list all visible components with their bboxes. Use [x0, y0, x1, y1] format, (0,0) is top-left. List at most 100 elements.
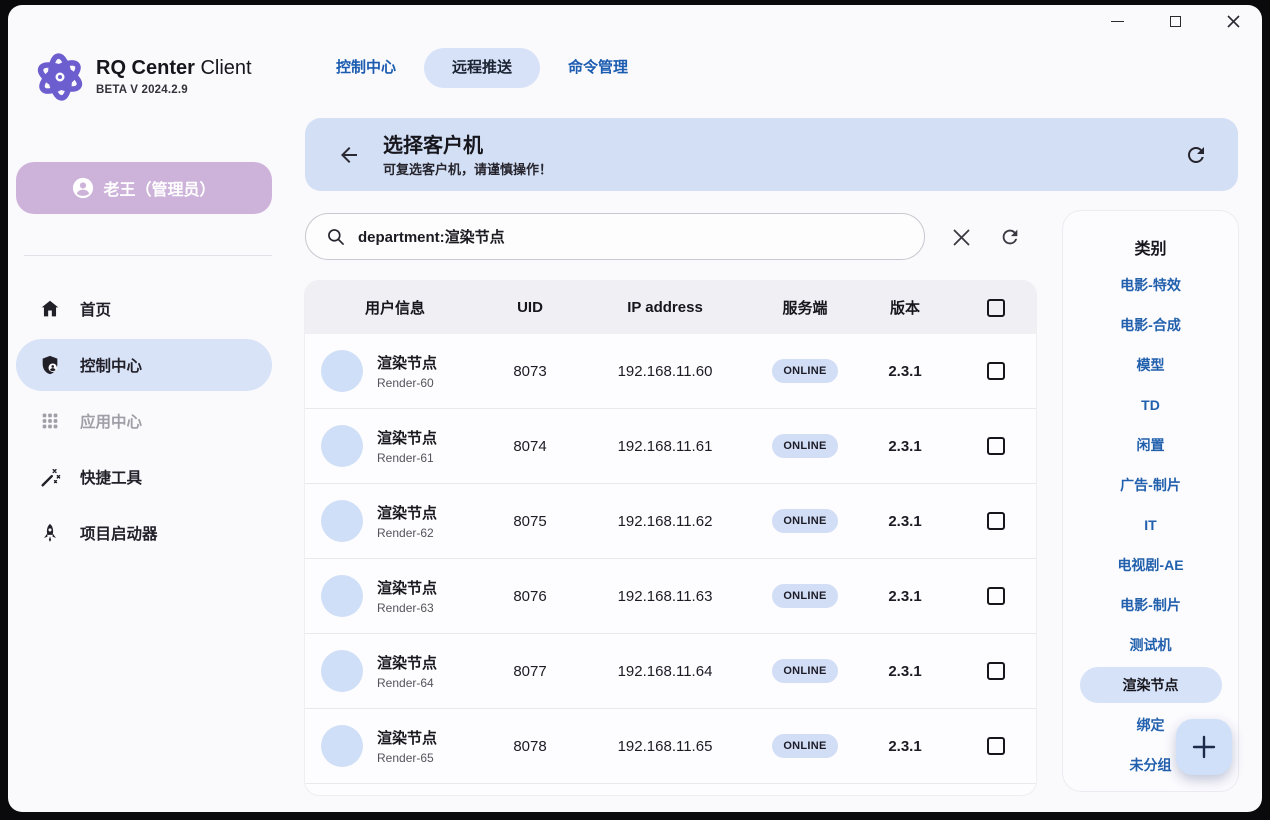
maximize-icon — [1170, 16, 1181, 27]
search-icon — [326, 227, 346, 247]
client-name: 渲染节点 — [377, 652, 437, 673]
table-body: 渲染节点 Render-60 8073 192.168.11.60 ONLINE… — [305, 334, 1036, 784]
close-button[interactable] — [1216, 9, 1250, 33]
client-hostname: Render-60 — [377, 376, 437, 390]
app-title: RQ Center Client — [96, 57, 252, 80]
client-name: 渲染节点 — [377, 727, 437, 748]
sidebar-divider — [24, 255, 272, 256]
client-version: 2.3.1 — [855, 363, 955, 380]
client-ip: 192.168.11.60 — [575, 363, 755, 380]
client-ip: 192.168.11.63 — [575, 588, 755, 605]
table-row[interactable]: 渲染节点 Render-65 8078 192.168.11.65 ONLINE… — [305, 709, 1036, 784]
client-table: 用户信息UIDIP address服务端版本 渲染节点 Render-60 80… — [305, 281, 1036, 795]
client-name: 渲染节点 — [377, 502, 437, 523]
category-item[interactable]: 闲置 — [1080, 425, 1222, 465]
category-panel-title: 类别 — [1063, 211, 1238, 265]
row-checkbox[interactable] — [987, 662, 1005, 680]
tab-remote-push[interactable]: 远程推送 — [424, 48, 540, 88]
client-avatar — [321, 500, 363, 542]
category-item[interactable]: 渲染节点 — [1080, 667, 1222, 703]
status-badge: ONLINE — [772, 359, 837, 383]
sidebar-item-label: 项目启动器 — [80, 522, 158, 544]
atom-logo-icon — [28, 45, 92, 109]
status-badge: ONLINE — [772, 584, 837, 608]
sidebar-item-home[interactable]: 首页 — [16, 283, 272, 335]
back-button[interactable] — [335, 141, 363, 169]
category-item[interactable]: 电影-制片 — [1080, 585, 1222, 625]
category-item[interactable]: TD — [1080, 385, 1222, 425]
row-checkbox[interactable] — [987, 737, 1005, 755]
client-ip: 192.168.11.61 — [575, 438, 755, 455]
user-badge[interactable]: 老王（管理员） — [16, 162, 272, 214]
refresh-icon — [1184, 143, 1208, 167]
select-all-checkbox[interactable] — [987, 299, 1005, 317]
category-item[interactable]: IT — [1080, 505, 1222, 545]
category-item[interactable]: 测试机 — [1080, 625, 1222, 665]
sidebar-item-label: 控制中心 — [80, 354, 142, 376]
client-ip: 192.168.11.62 — [575, 513, 755, 530]
search-clear-button[interactable] — [949, 225, 973, 249]
minimize-button[interactable] — [1100, 9, 1134, 33]
maximize-button[interactable] — [1158, 9, 1192, 33]
tab-command-management[interactable]: 命令管理 — [552, 48, 644, 88]
table-row[interactable]: 渲染节点 Render-64 8077 192.168.11.64 ONLINE… — [305, 634, 1036, 709]
header-refresh-button[interactable] — [1182, 141, 1210, 169]
client-name: 渲染节点 — [377, 352, 437, 373]
sidebar-item-label: 快捷工具 — [80, 466, 142, 488]
sidebar-nav: 首页 控制中心 应用中心 快捷工具 项目启动器 — [16, 283, 272, 563]
table-row[interactable]: 渲染节点 Render-60 8073 192.168.11.60 ONLINE… — [305, 334, 1036, 409]
apps-grid-icon — [38, 409, 62, 433]
add-category-button[interactable] — [1176, 719, 1232, 775]
client-avatar — [321, 350, 363, 392]
category-panel: 类别 电影-特效电影-合成模型TD闲置广告-制片IT电视剧-AE电影-制片测试机… — [1063, 211, 1238, 791]
row-checkbox[interactable] — [987, 512, 1005, 530]
category-item[interactable]: 模型 — [1080, 345, 1222, 385]
client-uid: 8077 — [485, 663, 575, 680]
row-checkbox[interactable] — [987, 362, 1005, 380]
table-row[interactable]: 渲染节点 Render-62 8075 192.168.11.62 ONLINE… — [305, 484, 1036, 559]
plus-icon — [1191, 734, 1217, 760]
app-version: BETA V 2024.2.9 — [96, 84, 252, 96]
row-checkbox[interactable] — [987, 587, 1005, 605]
table-header-row: 用户信息UIDIP address服务端版本 — [305, 281, 1036, 334]
admin-shield-icon — [38, 353, 62, 377]
category-item[interactable]: 广告-制片 — [1080, 465, 1222, 505]
row-checkbox[interactable] — [987, 437, 1005, 455]
category-item[interactable]: 电视剧-AE — [1080, 545, 1222, 585]
column-header: UID — [485, 299, 575, 316]
refresh-icon — [999, 226, 1021, 248]
close-icon — [1227, 15, 1240, 28]
client-avatar — [321, 725, 363, 767]
category-item[interactable]: 电影-合成 — [1080, 305, 1222, 345]
sidebar-item-quick-tools[interactable]: 快捷工具 — [16, 451, 272, 503]
status-badge: ONLINE — [772, 434, 837, 458]
table-row[interactable]: 渲染节点 Render-61 8074 192.168.11.61 ONLINE… — [305, 409, 1036, 484]
column-header: 用户信息 — [305, 297, 485, 318]
sidebar-item-control-center[interactable]: 控制中心 — [16, 339, 272, 391]
search-refresh-button[interactable] — [998, 225, 1022, 249]
client-name: 渲染节点 — [377, 427, 437, 448]
table-row[interactable]: 渲染节点 Render-63 8076 192.168.11.63 ONLINE… — [305, 559, 1036, 634]
client-uid: 8073 — [485, 363, 575, 380]
search-bar — [305, 213, 925, 260]
status-badge: ONLINE — [772, 659, 837, 683]
app-title-bold: RQ Center — [96, 57, 195, 79]
minimize-icon — [1111, 21, 1124, 22]
arrow-back-icon — [337, 143, 361, 167]
tab-control-center[interactable]: 控制中心 — [320, 48, 412, 88]
sidebar-item-label: 首页 — [80, 298, 111, 320]
client-version: 2.3.1 — [855, 588, 955, 605]
client-ip: 192.168.11.65 — [575, 738, 755, 755]
search-input[interactable] — [358, 214, 924, 259]
category-item[interactable]: 电影-特效 — [1080, 265, 1222, 305]
column-header: 版本 — [855, 297, 955, 318]
client-avatar — [321, 575, 363, 617]
app-title-block: RQ Center Client BETA V 2024.2.9 — [96, 57, 252, 96]
client-hostname: Render-61 — [377, 451, 437, 465]
sidebar-item-app-center: 应用中心 — [16, 395, 272, 447]
client-uid: 8078 — [485, 738, 575, 755]
sidebar-item-project-launcher[interactable]: 项目启动器 — [16, 507, 272, 559]
magic-wand-icon — [38, 465, 62, 489]
select-all-cell — [955, 299, 1036, 317]
top-tabs: 控制中心远程推送命令管理 — [320, 48, 644, 88]
